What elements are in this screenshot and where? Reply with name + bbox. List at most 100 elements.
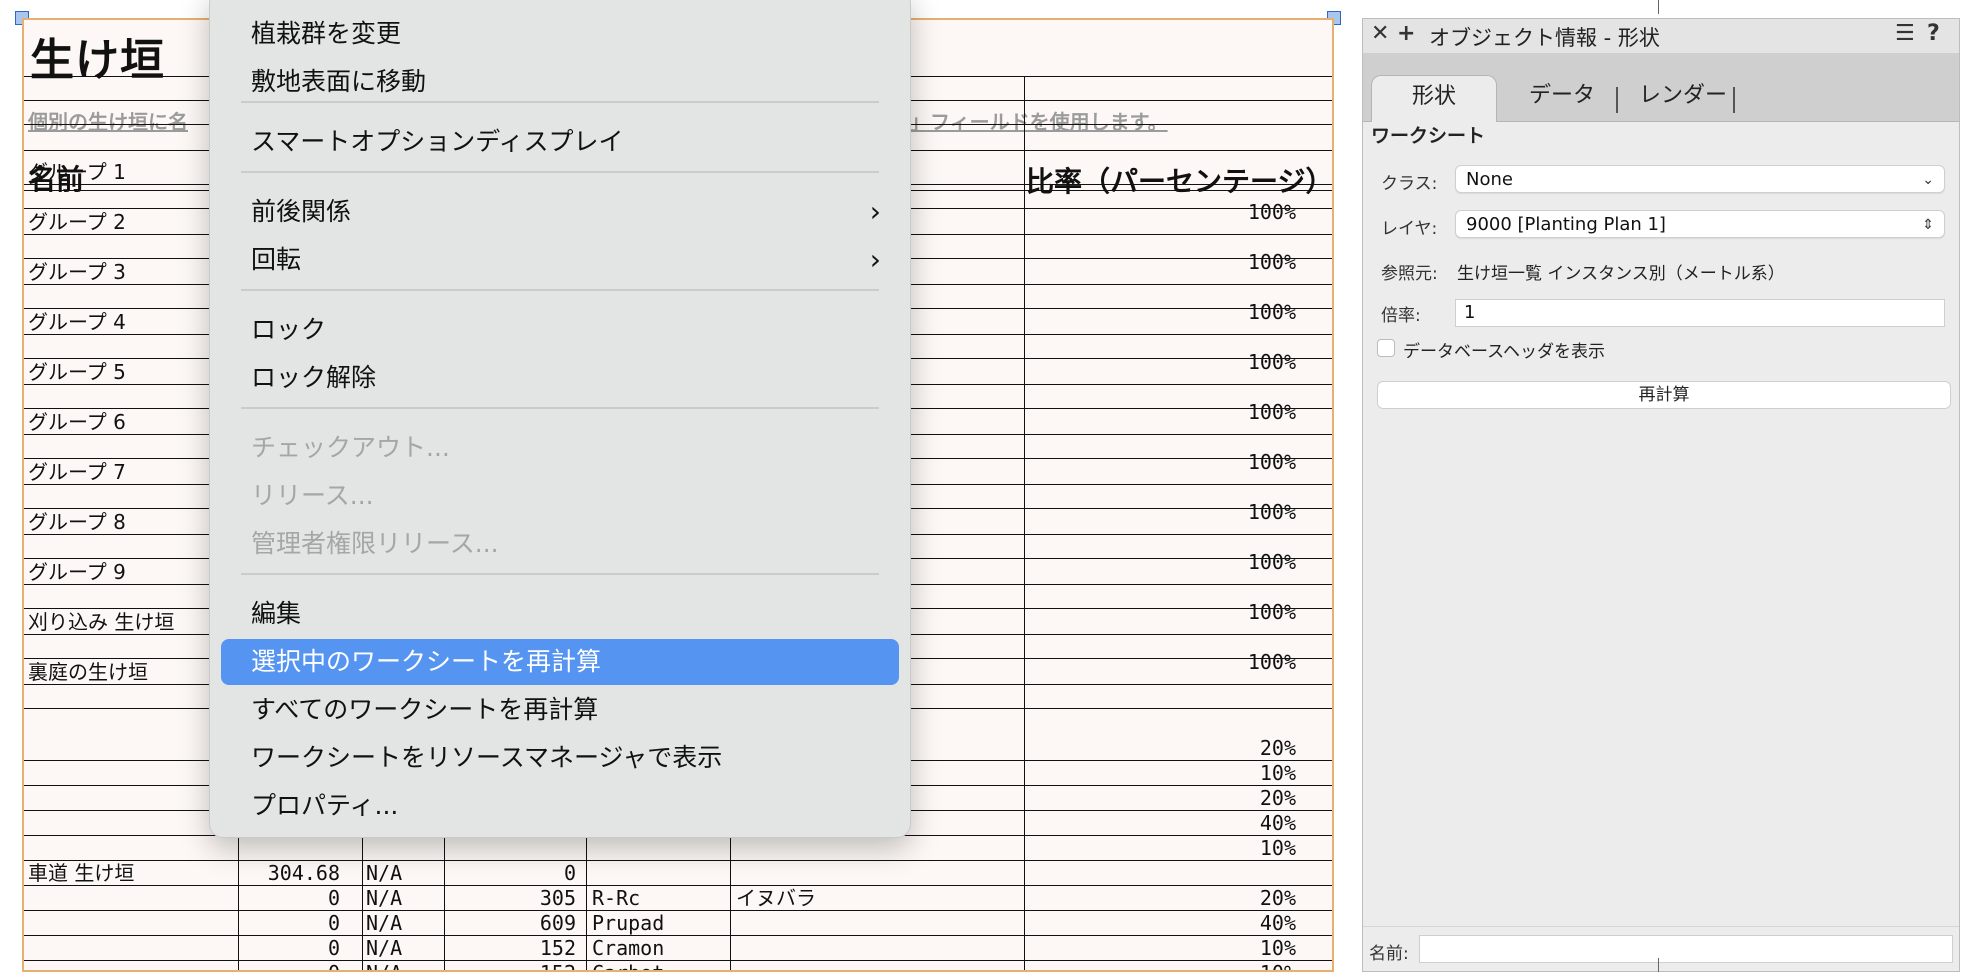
grid-line <box>1024 76 1025 190</box>
backyard-ratio: 10% <box>1259 836 1296 860</box>
menu-item-label: 管理者権限リリース... <box>251 529 499 558</box>
menu-separator <box>241 289 879 291</box>
ruler-tick <box>1658 0 1659 14</box>
row-qty: 152 <box>444 961 576 970</box>
reference-label: 参照元: <box>1381 264 1438 284</box>
row-na: N/A <box>366 936 403 960</box>
chevron-down-icon: ⌄ <box>1922 172 1934 188</box>
grid-line <box>586 836 587 970</box>
group-name: グループ 4 <box>28 310 126 334</box>
grid-line <box>362 836 363 970</box>
menu-item[interactable]: チェックアウト... <box>221 425 899 471</box>
menu-item[interactable]: すべてのワークシートを再計算 <box>221 687 899 733</box>
tab-shape[interactable]: 形状 <box>1371 75 1497 122</box>
menu-item[interactable]: スマートオプションディスプレイ <box>221 119 899 165</box>
scale-label: 倍率: <box>1381 306 1421 326</box>
group-ratio: 100% <box>1247 200 1296 224</box>
menu-item-label: 編集 <box>251 599 302 628</box>
menu-separator <box>241 407 879 409</box>
palette-titlebar: ✕ + オブジェクト情報 - 形状 ☰ ? <box>1363 19 1959 54</box>
grid-line <box>238 836 239 970</box>
menu-item[interactable]: ワークシートをリソースマネージャで表示 <box>221 735 899 781</box>
add-icon[interactable]: + <box>1397 21 1415 46</box>
driveway-name: 車道 生け垣 <box>28 861 135 885</box>
menu-item[interactable]: 植栽群を変更 <box>221 11 899 57</box>
menu-item-label: 前後関係 <box>251 197 352 226</box>
row-ratio: 10% <box>1259 936 1296 960</box>
name-field[interactable] <box>1419 935 1953 963</box>
row-length: 0 <box>327 911 340 935</box>
row-length: 0 <box>327 936 340 960</box>
backyard-ratio: 40% <box>1259 811 1296 835</box>
grid-line <box>24 860 1332 861</box>
menu-item[interactable]: プロパティ... <box>221 783 899 829</box>
layer-select-value: 9000 [Planting Plan 1] <box>1466 214 1666 235</box>
row-qty: 152 <box>539 936 576 960</box>
menu-item-label: すべてのワークシートを再計算 <box>251 695 599 724</box>
tab-separator <box>1616 87 1618 113</box>
row-code: Prupad <box>592 911 665 935</box>
group-ratio: 100% <box>1247 450 1296 474</box>
reference-value: 生け垣一覧 インスタンス別（メートル系） <box>1457 264 1785 284</box>
group-name: グループ 1 <box>28 160 126 184</box>
menu-item[interactable]: 回転 › <box>221 237 899 283</box>
driveway-qty: 0 <box>563 861 576 885</box>
menu-item[interactable]: 選択中のワークシートを再計算 <box>221 639 899 685</box>
menu-item[interactable]: ロック解除 <box>221 355 899 401</box>
layer-select[interactable]: 9000 [Planting Plan 1] ⇕ <box>1455 210 1945 238</box>
row-ratio: 40% <box>1259 911 1296 935</box>
recalculate-button[interactable]: 再計算 <box>1377 381 1951 409</box>
class-label: クラス: <box>1381 174 1438 194</box>
menu-item-label: ロック <box>251 315 327 344</box>
menu-item-label: 回転 <box>251 245 302 274</box>
menu-item[interactable]: 編集 <box>221 591 899 637</box>
tab-separator <box>1733 87 1735 113</box>
worksheet-note-left: 個別の生け垣に名 <box>28 110 188 134</box>
object-info-palette: ✕ + オブジェクト情報 - 形状 ☰ ? 形状 データ レンダー ワークシート… <box>1362 18 1960 972</box>
driveway-length: 304.68 <box>267 861 340 885</box>
group-name: グループ 2 <box>28 210 126 234</box>
column-header-ratio: 比率（パーセンテージ） <box>1026 165 1334 198</box>
menu-item-label: リリース... <box>251 481 374 510</box>
menu-item-label: 選択中のワークシートを再計算 <box>251 647 602 676</box>
layer-label: レイヤ: <box>1381 219 1438 239</box>
help-icon[interactable]: ? <box>1927 21 1940 46</box>
ruler-tick <box>1658 958 1659 972</box>
row-ratio: 20% <box>1259 886 1296 910</box>
menu-icon[interactable]: ☰ <box>1895 21 1915 46</box>
class-select-value: None <box>1466 169 1513 190</box>
group-ratio: 100% <box>1247 500 1296 524</box>
row-na: N/A <box>366 911 403 935</box>
scale-field[interactable]: 1 <box>1455 299 1945 327</box>
menu-item[interactable]: 管理者権限リリース... <box>221 521 899 567</box>
row-ratio: 10% <box>1024 961 1296 970</box>
class-select[interactable]: None ⌄ <box>1455 165 1945 193</box>
row-qty: 609 <box>539 911 576 935</box>
group-name: グループ 8 <box>28 510 126 534</box>
worksheet-note-right: 」フィールドを使用します。 <box>910 110 1168 134</box>
backyard-ratio: 20% <box>1259 786 1296 810</box>
section-title-worksheet: ワークシート <box>1371 125 1486 147</box>
menu-item[interactable]: ロック <box>221 307 899 353</box>
palette-title: オブジェクト情報 - 形状 <box>1429 26 1660 50</box>
menu-item-label: プロパティ... <box>251 791 399 820</box>
menu-item[interactable]: 敷地表面に移動 <box>221 59 899 105</box>
db-header-checkbox[interactable] <box>1377 339 1395 357</box>
tab-render[interactable]: レンダー <box>1621 75 1745 121</box>
close-icon[interactable]: ✕ <box>1371 21 1389 46</box>
row-plant: イヌバラ <box>736 886 816 910</box>
grid-line <box>730 836 731 970</box>
grid-line <box>1024 190 1025 970</box>
group-name: グループ 6 <box>28 410 126 434</box>
driveway-na: N/A <box>366 861 403 885</box>
menu-item[interactable]: 前後関係 › <box>221 189 899 235</box>
tab-bar: 形状 データ レンダー <box>1363 53 1959 122</box>
worksheet-title: 生け垣 <box>30 35 165 86</box>
name-row: 名前: <box>1363 926 1959 971</box>
menu-item-label: ワークシートをリソースマネージャで表示 <box>251 743 723 772</box>
row-code: R-Rc <box>592 886 641 910</box>
tab-data[interactable]: データ <box>1503 75 1621 121</box>
menu-item[interactable]: リリース... <box>221 473 899 519</box>
group-name: 裏庭の生け垣 <box>28 660 148 684</box>
db-header-label: データベースヘッダを表示 <box>1403 342 1605 362</box>
